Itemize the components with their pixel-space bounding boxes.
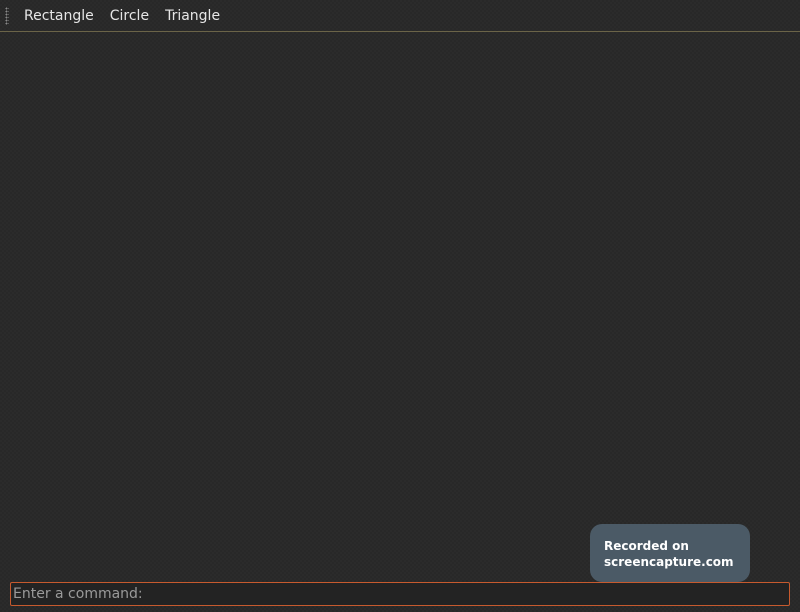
toolbar-grip-handle[interactable] [5, 6, 9, 25]
command-input-frame [10, 582, 790, 606]
drawing-canvas[interactable] [0, 32, 800, 577]
shape-toolbar: Rectangle Circle Triangle [0, 0, 800, 32]
watermark-line-1: Recorded on [604, 539, 689, 553]
triangle-button[interactable]: Triangle [157, 4, 228, 28]
recording-watermark: Recorded on screencapture.com [590, 524, 750, 582]
watermark-line-2: screencapture.com [604, 555, 734, 569]
rectangle-button[interactable]: Rectangle [16, 4, 102, 28]
app-window: Rectangle Circle Triangle Recorded on sc… [0, 0, 800, 612]
circle-button[interactable]: Circle [102, 4, 157, 28]
command-input[interactable] [11, 583, 789, 605]
